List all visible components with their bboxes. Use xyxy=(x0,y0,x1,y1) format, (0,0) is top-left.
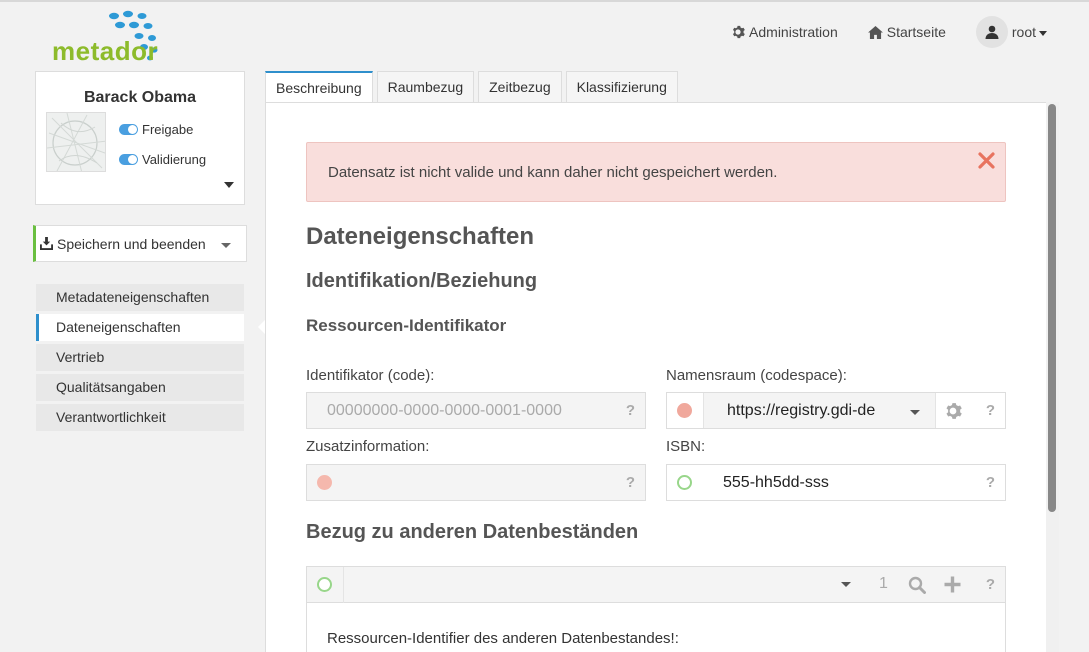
toggle-validation[interactable]: Validierung xyxy=(119,152,206,167)
help-icon[interactable]: ? xyxy=(626,402,635,419)
group-title: Ressourcen-Identifikator xyxy=(306,316,507,335)
tab-temporal[interactable]: Zeitbezug xyxy=(478,71,562,102)
chevron-down-icon xyxy=(910,410,920,415)
logo-text: metador xyxy=(52,36,159,66)
toggle-release[interactable]: Freigabe xyxy=(119,122,193,137)
plus-icon[interactable] xyxy=(943,575,962,594)
metador-logo[interactable]: metador xyxy=(50,8,180,66)
namespace-select[interactable]: https://registry.gdi-de xyxy=(703,393,936,428)
namespace-value: https://registry.gdi-de xyxy=(727,402,876,419)
help-icon[interactable]: ? xyxy=(986,402,995,419)
user-icon xyxy=(985,25,999,39)
additional-info-field[interactable]: ? xyxy=(306,464,646,501)
close-icon xyxy=(978,152,995,169)
help-icon[interactable]: ? xyxy=(626,474,635,491)
isbn-field[interactable]: 555-hh5dd-sss ? xyxy=(666,464,1006,501)
chevron-down-icon[interactable] xyxy=(224,182,234,188)
additional-info-label: Zusatzinformation: xyxy=(306,438,430,455)
profile-card: Barack Obama Freigabe Validierung xyxy=(35,71,245,205)
alert-message: Datensatz ist nicht valide und kann dahe… xyxy=(328,164,778,181)
validation-alert: Datensatz ist nicht valide und kann dahe… xyxy=(306,142,1006,202)
isbn-label: ISBN: xyxy=(666,438,706,455)
admin-label: Administration xyxy=(749,24,838,40)
item-count: 1 xyxy=(879,575,888,592)
namespace-field: https://registry.gdi-de ? xyxy=(666,392,1006,429)
isbn-value: 555-hh5dd-sss xyxy=(723,473,829,491)
toggle-release-label: Freigabe xyxy=(142,122,194,137)
save-button-label: Speichern und beenden xyxy=(57,235,206,252)
top-navigation: Administration Startseite root xyxy=(731,16,1047,48)
help-icon[interactable]: ? xyxy=(986,474,995,491)
sidebar-item-responsibility[interactable]: Verantwortlichkeit xyxy=(36,404,244,431)
home-link[interactable]: Startseite xyxy=(867,24,946,40)
chevron-down-icon xyxy=(1039,30,1047,36)
page-title: Dateneigenschaften xyxy=(306,223,535,250)
invalid-status-icon xyxy=(317,475,332,490)
gear-icon xyxy=(732,25,745,39)
chevron-down-icon[interactable] xyxy=(841,582,851,587)
section-title: Identifikation/Beziehung xyxy=(306,270,538,292)
admin-link[interactable]: Administration xyxy=(731,24,838,40)
sidebar-item-distribution[interactable]: Vertrieb xyxy=(36,344,244,371)
valid-status-icon xyxy=(677,475,692,490)
chevron-down-icon[interactable] xyxy=(221,243,231,248)
valid-status-icon xyxy=(317,577,332,592)
alert-close-button[interactable] xyxy=(978,152,995,174)
namespace-label: Namensraum (codespace): xyxy=(666,367,847,384)
avatar xyxy=(975,16,1008,48)
user-menu[interactable]: root xyxy=(975,16,1047,48)
identifier-label: Identifikator (code): xyxy=(306,367,435,384)
relation-panel: 1 ? Ressourcen-Identifier des anderen Da… xyxy=(306,566,1006,652)
profile-name: Barack Obama xyxy=(83,89,197,106)
map-thumbnail[interactable] xyxy=(46,112,106,172)
search-icon[interactable] xyxy=(908,576,926,594)
tab-spatial[interactable]: Raumbezug xyxy=(376,71,475,102)
divider xyxy=(343,567,344,603)
relation-hint: Ressourcen-Identifier des anderen Datenb… xyxy=(327,630,679,647)
gear-icon[interactable] xyxy=(944,402,962,420)
toggle-validation-label: Validierung xyxy=(142,152,207,167)
sidebar-item-data-properties[interactable]: Dateneigenschaften xyxy=(36,314,244,341)
home-icon xyxy=(867,25,883,39)
sidebar-nav: Metadateneigenschaften Dateneigenschafte… xyxy=(36,284,244,434)
save-and-exit-button[interactable]: Speichern und beenden xyxy=(33,225,247,262)
identifier-placeholder: 00000000-0000-0000-0001-0000 xyxy=(327,401,562,419)
user-label: root xyxy=(1011,24,1036,40)
map-preview-icon xyxy=(47,113,105,171)
scrollbar-thumb[interactable] xyxy=(1048,104,1056,512)
help-icon[interactable]: ? xyxy=(986,576,995,593)
download-icon xyxy=(40,237,53,250)
toggle-switch-icon xyxy=(119,154,138,165)
relation-title: Bezug zu anderen Datenbeständen xyxy=(306,521,639,543)
sidebar-item-metadata-properties[interactable]: Metadateneigenschaften xyxy=(36,284,244,311)
home-label: Startseite xyxy=(886,24,946,40)
invalid-status-icon xyxy=(677,403,692,418)
tab-bar: Beschreibung Raumbezug Zeitbezug Klassif… xyxy=(265,71,682,103)
tab-description[interactable]: Beschreibung xyxy=(265,71,373,103)
relation-toolbar: 1 ? xyxy=(307,567,1005,603)
identifier-field[interactable]: 00000000-0000-0000-0001-0000 ? xyxy=(306,392,646,429)
toggle-switch-icon xyxy=(119,124,138,135)
vertical-scrollbar[interactable] xyxy=(1046,102,1059,652)
tab-classification[interactable]: Klassifizierung xyxy=(565,71,678,102)
top-border xyxy=(0,0,1089,2)
sidebar-item-quality[interactable]: Qualitätsangaben xyxy=(36,374,244,401)
